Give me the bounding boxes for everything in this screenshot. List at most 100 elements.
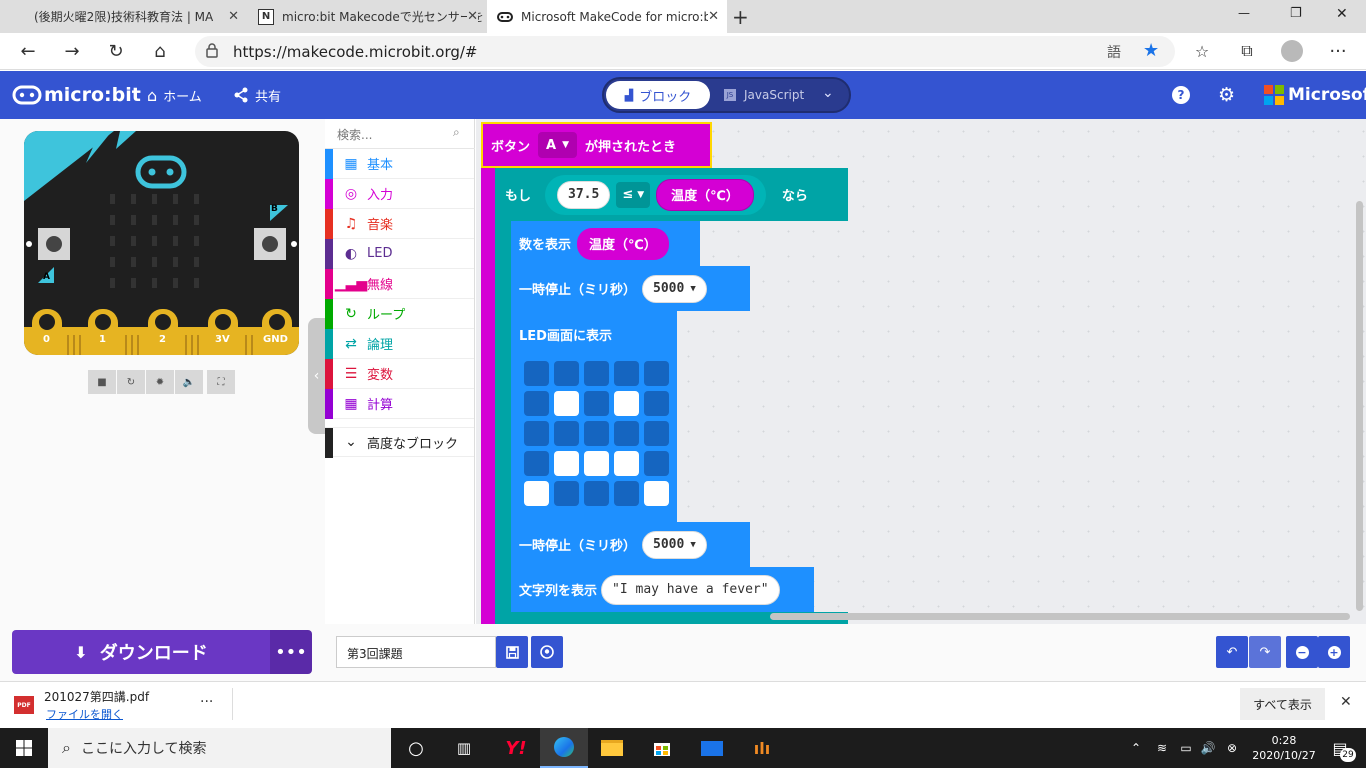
- toolbox-search-input[interactable]: 検索... ⌕: [325, 119, 475, 149]
- maximize-button[interactable]: ❐: [1290, 6, 1314, 21]
- taskbar-search-box[interactable]: ⌕ ここに入力して検索: [48, 728, 391, 768]
- on-button-pressed-block[interactable]: ボタン A ▼ が押されたとき: [481, 122, 712, 168]
- led-cell[interactable]: [614, 451, 639, 476]
- download-button[interactable]: ⬇ ダウンロード: [12, 630, 270, 674]
- zoom-out-button[interactable]: −: [1286, 636, 1318, 668]
- led-cell[interactable]: [524, 361, 549, 386]
- browser-tab-1[interactable]: (後期火曜2限)技術科教育法 | MA ✕: [0, 0, 247, 33]
- pin-0-label[interactable]: 0: [43, 334, 50, 345]
- profile-avatar[interactable]: [1281, 40, 1303, 62]
- windows-start-icon[interactable]: [0, 728, 48, 768]
- browser-tab-3[interactable]: Microsoft MakeCode for micro:b ✕: [487, 0, 727, 33]
- led-cell[interactable]: [554, 421, 579, 446]
- close-tab-icon[interactable]: ✕: [708, 9, 719, 24]
- category-advanced[interactable]: ⌄ 高度なブロック: [325, 427, 474, 458]
- led-cell[interactable]: [584, 391, 609, 416]
- close-tab-icon[interactable]: ✕: [228, 9, 239, 24]
- threshold-input[interactable]: 37.5: [557, 180, 611, 209]
- github-button[interactable]: [531, 636, 563, 668]
- horizontal-scrollbar[interactable]: [770, 613, 1350, 620]
- browser-tab-2[interactable]: N micro:bit Makecodeで光センサーを ✕: [248, 0, 486, 33]
- led-cell[interactable]: [614, 481, 639, 506]
- show-number-block[interactable]: 数を表示 温度（℃）: [511, 221, 700, 266]
- led-cell[interactable]: [644, 421, 669, 446]
- led-grid[interactable]: [524, 361, 669, 506]
- sound-icon[interactable]: 🔈: [175, 370, 203, 394]
- led-cell[interactable]: [554, 391, 579, 416]
- undo-button[interactable]: ↶: [1216, 636, 1248, 668]
- clock[interactable]: 0:28 2020/10/27: [1250, 728, 1318, 768]
- more-menu-icon[interactable]: ···: [1326, 39, 1350, 63]
- category-input[interactable]: ◎ 入力: [325, 179, 474, 209]
- close-tab-icon[interactable]: ✕: [467, 9, 478, 24]
- tab-blocks[interactable]: ▟ ブロック: [606, 81, 710, 109]
- blocks-workspace[interactable]: ボタン A ▼ が押されたとき もし 37.5 ≤ ▼ 温度（℃） なら 数を表…: [476, 119, 1366, 624]
- tab-javascript[interactable]: JS JavaScript: [724, 81, 824, 109]
- led-cell[interactable]: [524, 481, 549, 506]
- download-more-button[interactable]: •••: [270, 630, 312, 674]
- home-button[interactable]: ⌂ ホーム: [147, 71, 202, 119]
- pin-2-label[interactable]: 2: [159, 334, 166, 345]
- led-cell[interactable]: [554, 481, 579, 506]
- category-variables[interactable]: ☰ 変数: [325, 359, 474, 389]
- ime-icon[interactable]: ⊗: [1222, 728, 1242, 768]
- mail-icon[interactable]: [690, 728, 734, 768]
- button-dropdown[interactable]: A ▼: [538, 132, 577, 158]
- led-cell[interactable]: [524, 421, 549, 446]
- help-icon[interactable]: ?: [1172, 71, 1190, 119]
- led-cell[interactable]: [644, 451, 669, 476]
- file-explorer-icon[interactable]: [590, 728, 634, 768]
- translate-icon[interactable]: 語: [1107, 42, 1121, 62]
- collections-icon[interactable]: ⧉: [1235, 39, 1259, 63]
- led-cell[interactable]: [584, 451, 609, 476]
- led-cell[interactable]: [614, 391, 639, 416]
- led-cell[interactable]: [644, 361, 669, 386]
- refresh-icon[interactable]: ↻: [104, 39, 128, 63]
- wifi-icon[interactable]: ≋: [1152, 728, 1172, 768]
- led-cell[interactable]: [584, 481, 609, 506]
- restart-icon[interactable]: ↻: [117, 370, 145, 394]
- close-window-button[interactable]: ✕: [1336, 6, 1360, 22]
- pin-1-label[interactable]: 1: [99, 334, 106, 345]
- stop-icon[interactable]: ■: [88, 370, 116, 394]
- temperature-block[interactable]: 温度（℃）: [656, 178, 754, 211]
- temperature-block[interactable]: 温度（℃）: [577, 227, 669, 260]
- category-math[interactable]: ▦ 計算: [325, 389, 474, 419]
- pause-value-dropdown[interactable]: 5000 ▼: [642, 530, 707, 559]
- share-button[interactable]: 共有: [233, 71, 281, 119]
- edge-app-icon[interactable]: [540, 728, 588, 768]
- category-loops[interactable]: ↻ ループ: [325, 299, 474, 329]
- microsoft-logo[interactable]: Microsoft: [1264, 71, 1366, 119]
- show-hidden-icons[interactable]: ⌃: [1126, 728, 1146, 768]
- microbit-logo[interactable]: micro:bit: [12, 71, 141, 119]
- yahoo-app-icon[interactable]: Y!: [494, 728, 538, 768]
- compare-block[interactable]: 37.5 ≤ ▼ 温度（℃）: [545, 174, 766, 215]
- back-icon[interactable]: ←: [16, 39, 40, 63]
- url-bar[interactable]: https://makecode.microbit.org/# 語 ★: [195, 36, 1175, 67]
- led-cell[interactable]: [584, 361, 609, 386]
- task-view-icon[interactable]: ▥: [444, 728, 484, 768]
- led-cell[interactable]: [644, 391, 669, 416]
- close-shelf-icon[interactable]: ✕: [1340, 694, 1352, 710]
- string-input[interactable]: "I may have a fever": [601, 574, 780, 605]
- home-icon[interactable]: ⌂: [148, 39, 172, 63]
- led-cell[interactable]: [554, 451, 579, 476]
- open-file-link[interactable]: ファイルを開く: [46, 706, 123, 722]
- category-radio[interactable]: ▁▃▅ 無線: [325, 269, 474, 299]
- show-string-block[interactable]: 文字列を表示 "I may have a fever": [511, 567, 814, 612]
- led-cell[interactable]: [614, 421, 639, 446]
- microbit-board[interactable]: A B 0 1 2 3V GND: [24, 131, 299, 355]
- fullscreen-icon[interactable]: ⛶: [207, 370, 235, 394]
- new-tab-button[interactable]: +: [728, 0, 756, 33]
- gear-icon[interactable]: ⚙: [1218, 71, 1235, 119]
- download-filename[interactable]: 201027第四講.pdf: [44, 688, 149, 705]
- led-cell[interactable]: [644, 481, 669, 506]
- battery-icon[interactable]: ▭: [1176, 728, 1196, 768]
- category-led[interactable]: ◐ LED: [325, 239, 474, 269]
- category-music[interactable]: ♫ 音楽: [325, 209, 474, 239]
- show-all-button[interactable]: すべて表示: [1240, 688, 1325, 720]
- led-cell[interactable]: [614, 361, 639, 386]
- save-button[interactable]: [496, 636, 528, 668]
- search-icon[interactable]: ⌕: [453, 125, 460, 140]
- redo-button[interactable]: ↷: [1249, 636, 1281, 668]
